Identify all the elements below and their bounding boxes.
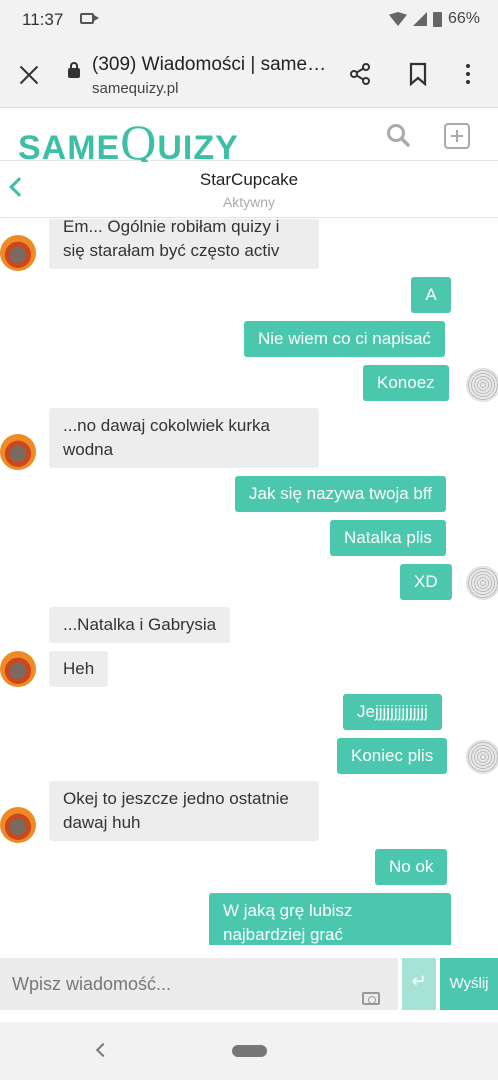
close-icon[interactable] <box>18 64 40 86</box>
message-bubble: Natalka plis <box>330 520 446 556</box>
screen-record-icon <box>80 13 99 24</box>
message-bubble: Jak się nazywa twoja bff <box>235 476 446 512</box>
message-bubble: XD <box>400 564 452 600</box>
contact-avatar[interactable] <box>0 434 36 470</box>
site-header: SAMEQUIZY <box>0 109 498 170</box>
status-time: 11:37 <box>22 10 64 29</box>
wifi-icon <box>388 12 407 26</box>
message-bubble: Konoez <box>363 365 449 401</box>
battery-percent: 66% <box>447 10 480 27</box>
message-bubble: No ok <box>375 849 448 885</box>
signal-icon <box>412 12 427 26</box>
more-menu-icon[interactable] <box>464 64 472 86</box>
share-icon[interactable] <box>348 62 372 86</box>
lock-icon[interactable] <box>68 62 80 78</box>
message-bubble: Okej to jeszcze jedno ostatnie dawaj huh <box>49 781 319 841</box>
enter-arrow-icon: ↵ <box>411 971 427 992</box>
add-quiz-icon[interactable] <box>444 123 470 149</box>
system-nav-bar <box>0 1022 498 1080</box>
message-bubble: Koniec plis <box>337 738 448 774</box>
camera-icon[interactable] <box>362 992 380 1005</box>
message-input[interactable] <box>0 958 398 1010</box>
status-bar: 11:37 66% <box>0 0 498 40</box>
page-url[interactable]: samequizy.pl <box>92 80 178 97</box>
message-bubble: ...no dawaj cokolwiek kurka wodna <box>49 408 319 468</box>
chat-header: StarCupcake Aktywny <box>0 162 498 218</box>
message-bubble: Heh <box>49 651 109 687</box>
message-bubble: Nie wiem co ci napisać <box>244 321 445 357</box>
nav-back-icon[interactable] <box>95 1042 111 1058</box>
nav-home-pill[interactable] <box>232 1045 267 1057</box>
message-composer: ↵ Wyślij <box>0 958 498 1010</box>
contact-avatar[interactable] <box>0 235 36 271</box>
message-bubble: W jaką grę lubisz najbardziej grać <box>209 893 451 945</box>
message-bubble: Jejjjjjjjjjjjjjj <box>343 694 442 730</box>
message-bubble: ...Natalka i Gabrysia <box>49 607 231 643</box>
page-title[interactable]: (309) Wiadomości | samequizy <box>92 54 327 76</box>
my-avatar[interactable] <box>466 368 498 402</box>
contact-avatar[interactable] <box>0 651 36 687</box>
search-icon[interactable] <box>386 123 410 147</box>
bookmark-icon[interactable] <box>408 62 428 86</box>
my-avatar[interactable] <box>466 740 498 774</box>
message-bubble: Em... Ogólnie robiłam quizy i się starał… <box>49 219 319 269</box>
chat-partner-name[interactable]: StarCupcake <box>0 170 498 190</box>
chat-partner-status: Aktywny <box>222 194 276 210</box>
enter-button[interactable]: ↵ <box>402 958 436 1010</box>
message-list[interactable]: Em... Ogólnie robiłam quizy i się starał… <box>0 219 498 945</box>
my-avatar[interactable] <box>466 566 498 600</box>
send-button[interactable]: Wyślij <box>440 958 498 1010</box>
contact-avatar[interactable] <box>0 807 36 843</box>
message-bubble: A <box>411 277 451 313</box>
status-indicators: 66% <box>388 10 480 28</box>
battery-icon <box>432 11 442 27</box>
browser-toolbar: (309) Wiadomości | samequizy samequizy.p… <box>0 40 498 108</box>
